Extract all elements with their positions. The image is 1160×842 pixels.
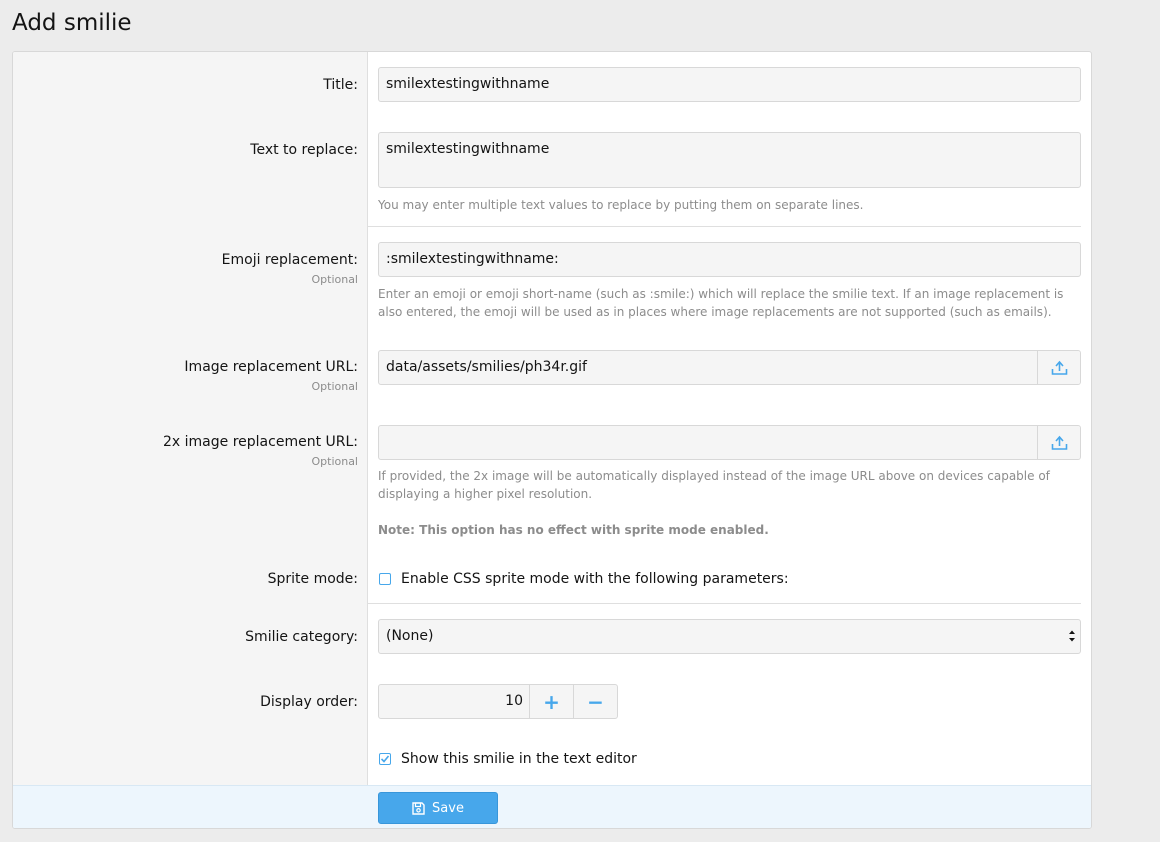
display-order-label: Display order: — [260, 694, 358, 710]
category-selected-value: (None) — [386, 628, 434, 644]
image-url-2x-input[interactable] — [378, 425, 1081, 460]
image-url-2x-explain: If provided, the 2x image will be automa… — [378, 469, 1050, 501]
increment-button[interactable]: + — [529, 685, 573, 718]
image-url-value: data/assets/smilies/ph34r.gif — [386, 359, 587, 375]
image-url-2x-upload-button[interactable] — [1037, 426, 1080, 459]
image-url-label: Image replacement URL: — [184, 359, 358, 375]
upload-icon — [1051, 360, 1067, 375]
sprite-mode-label: Sprite mode: — [267, 571, 358, 587]
display-order-stepper: 10 + − — [378, 684, 618, 719]
upload-icon — [1051, 435, 1067, 450]
image-url-upload-button[interactable] — [1037, 351, 1080, 384]
form-footer: Save — [13, 785, 1091, 828]
title-label: Title: — [323, 77, 358, 93]
select-arrows-icon — [1069, 630, 1075, 642]
category-select[interactable]: (None) — [378, 619, 1081, 654]
save-icon — [412, 801, 425, 815]
emoji-optional-hint: Optional — [311, 273, 358, 286]
checkmark-icon — [380, 755, 390, 763]
category-label: Smilie category: — [245, 629, 358, 645]
text-to-replace-label: Text to replace: — [250, 142, 358, 158]
sprite-mode-checkbox-label[interactable]: Enable CSS sprite mode with the followin… — [401, 571, 789, 587]
image-url-optional-hint: Optional — [311, 380, 358, 393]
show-in-editor-checkbox[interactable] — [379, 753, 391, 765]
sprite-mode-checkbox[interactable] — [379, 573, 391, 585]
label-column — [13, 52, 368, 785]
decrement-button[interactable]: − — [573, 685, 617, 718]
separator — [368, 603, 1081, 604]
text-to-replace-textarea[interactable]: smilextestingwithname — [378, 132, 1081, 188]
emoji-label: Emoji replacement: — [221, 252, 358, 268]
emoji-explain: Enter an emoji or emoji short-name (such… — [378, 287, 1064, 319]
emoji-input[interactable]: :smilextestingwithname: — [378, 242, 1081, 277]
text-to-replace-explain: You may enter multiple text values to re… — [378, 198, 864, 212]
image-url-2x-optional-hint: Optional — [311, 455, 358, 468]
image-url-2x-label: 2x image replacement URL: — [163, 434, 358, 450]
display-order-input[interactable]: 10 — [379, 685, 529, 718]
image-url-input[interactable]: data/assets/smilies/ph34r.gif — [378, 350, 1081, 385]
separator — [368, 226, 1081, 227]
save-button[interactable]: Save — [378, 792, 498, 824]
smilie-form: Title: smilextestingwithname Text to rep… — [12, 51, 1092, 829]
show-in-editor-label[interactable]: Show this smilie in the text editor — [401, 751, 637, 767]
title-input[interactable]: smilextestingwithname — [378, 67, 1081, 102]
page-title: Add smilie — [12, 10, 132, 36]
sprite-mode-note: Note: This option has no effect with spr… — [378, 523, 769, 537]
save-button-label: Save — [432, 800, 464, 816]
